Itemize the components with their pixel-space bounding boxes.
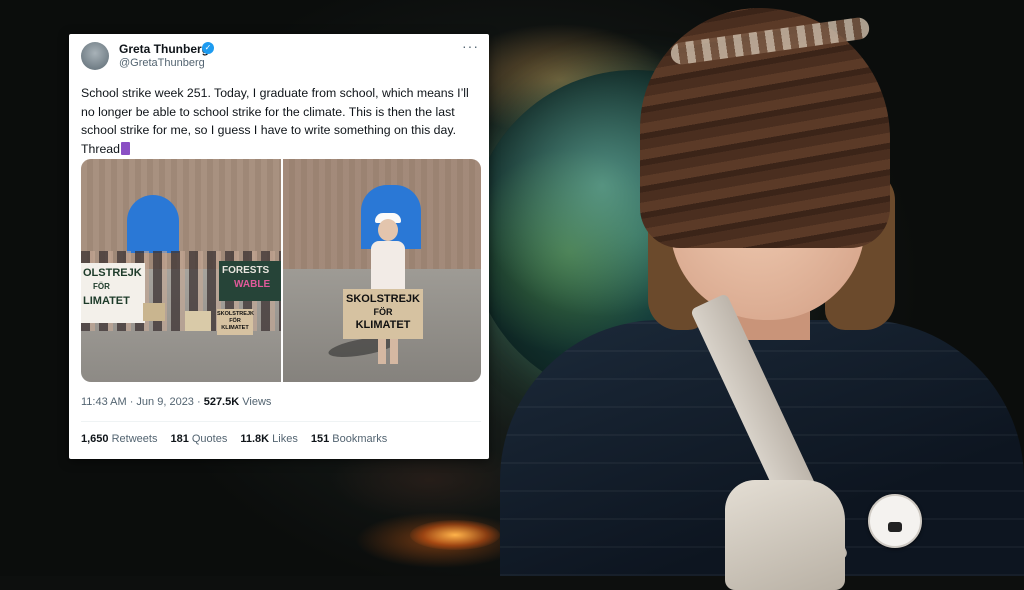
sign-line3: KLIMATET — [355, 319, 411, 331]
banner-right-line1: FORESTS — [222, 265, 270, 276]
button-pin — [868, 494, 922, 548]
protest-sign: SKOLSTREJK FÖR KLIMATET — [343, 289, 423, 339]
verified-badge-icon: ✓ — [202, 42, 214, 54]
tweet-meta: 11:43 AM · Jun 9, 2023 · 527.5K Views — [81, 396, 271, 408]
retweets-label: Retweets — [108, 433, 158, 445]
student-head — [378, 219, 398, 241]
tweet-photo-group[interactable]: OLSTREJK FÖR LIMATET FORESTS WABLE SKOLS… — [81, 159, 281, 382]
quotes-label: Quotes — [188, 433, 228, 445]
timestamp[interactable]: 11:43 AM · Jun 9, 2023 · — [81, 396, 204, 408]
tweet-stats: 1,650 Retweets 181 Quotes 11.8K Likes 15… — [81, 433, 387, 445]
shoulder-bag — [725, 480, 845, 590]
tweet-card[interactable]: Greta Thunberg ✓ @GretaThunberg ··· Scho… — [69, 34, 489, 459]
more-dots-icon[interactable]: ··· — [462, 38, 479, 54]
bookmarks-stat[interactable]: 151 Bookmarks — [311, 433, 387, 445]
small-sign-2 — [185, 311, 211, 331]
author-name[interactable]: Greta Thunberg — [119, 42, 209, 56]
person-photo — [480, 0, 1024, 590]
sign-line1: SKOLSTREJK — [346, 293, 420, 305]
tweet-body: School strike week 251. Today, I graduat… — [81, 86, 469, 156]
pin-mark-icon — [888, 522, 902, 532]
sign-line2: FÖR — [373, 307, 393, 317]
views-label: Views — [239, 396, 272, 408]
retweets-count: 1,650 — [81, 433, 109, 445]
banner-left: OLSTREJK FÖR LIMATET — [81, 263, 145, 323]
likes-stat[interactable]: 11.8K Likes — [240, 433, 298, 445]
author-handle[interactable]: @GretaThunberg — [119, 57, 205, 69]
banner-left-line2: FÖR — [93, 282, 110, 291]
retweets-stat[interactable]: 1,650 Retweets — [81, 433, 157, 445]
banner-left-line3: LIMATET — [83, 295, 130, 307]
bookmarks-label: Bookmarks — [329, 433, 388, 445]
sign-line1: SKOLSTREJK — [217, 311, 254, 317]
banner-right-line2: WABLE — [234, 279, 271, 290]
small-sign — [143, 303, 165, 321]
tweet-photo-girl[interactable]: SKOLSTREJK FÖR KLIMATET — [283, 159, 481, 382]
likes-count: 11.8K — [240, 433, 270, 445]
avatar[interactable] — [81, 42, 109, 70]
quotes-stat[interactable]: 181 Quotes — [170, 433, 227, 445]
views-count: 527.5K — [203, 396, 240, 408]
quotes-count: 181 — [170, 433, 189, 445]
thread-emoji-icon — [120, 141, 130, 155]
banner-left-line1: OLSTREJK — [83, 267, 142, 279]
sign-line2: FÖR — [229, 318, 241, 324]
protest-sign: SKOLSTREJK FÖR KLIMATET — [217, 309, 254, 335]
likes-label: Likes — [269, 433, 298, 445]
sign-line3: KLIMATET — [221, 325, 249, 331]
bookmarks-count: 151 — [310, 433, 330, 445]
banner-right: FORESTS WABLE — [219, 261, 281, 301]
divider — [81, 421, 481, 422]
tweet-text: School strike week 251. Today, I graduat… — [81, 84, 481, 158]
arch-sky — [127, 195, 179, 253]
